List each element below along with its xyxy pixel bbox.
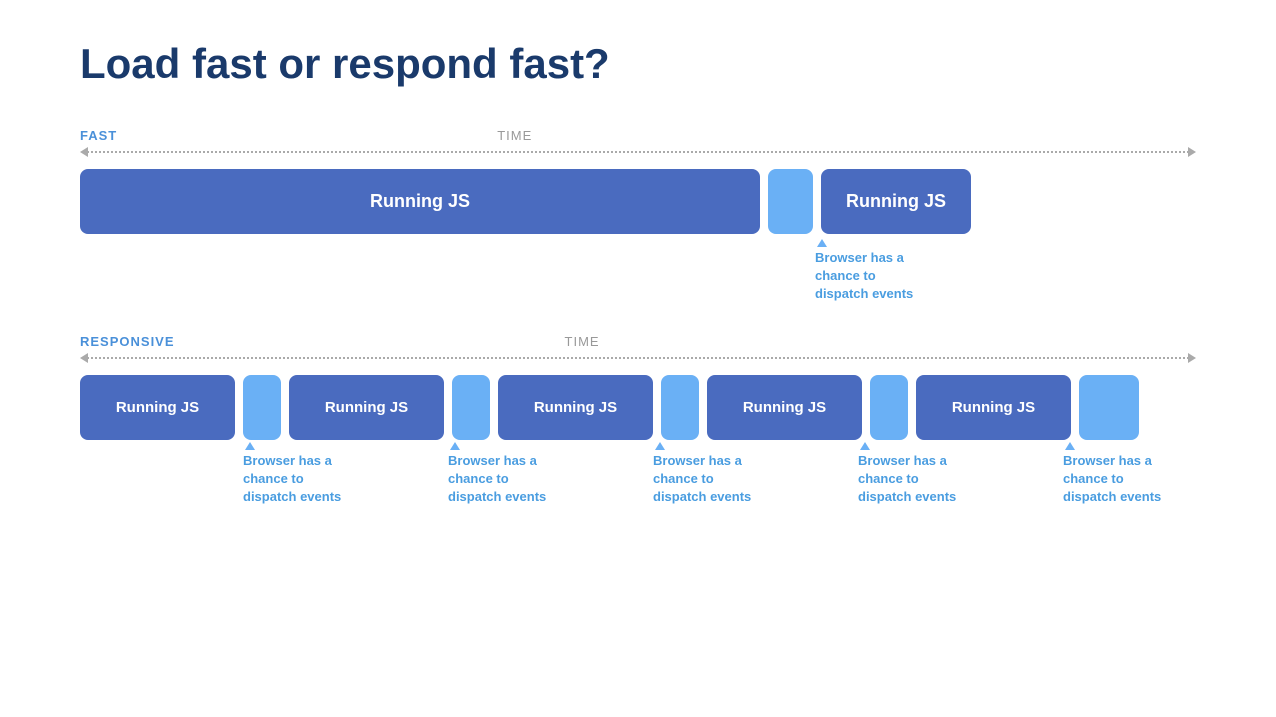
resp-small-2 <box>452 375 490 440</box>
resp-arrow-up-4 <box>860 442 870 450</box>
resp-annotation-4: Browser has achance todispatch events <box>858 442 956 507</box>
page-title: Load fast or respond fast? <box>80 40 1196 88</box>
resp-arrow-up-5 <box>1065 442 1075 450</box>
resp-small-1 <box>243 375 281 440</box>
resp-running-js-5: Running JS <box>916 375 1071 440</box>
responsive-time-label: TIME <box>565 334 600 349</box>
resp-annotation-text-5: Browser has achance todispatch events <box>1063 452 1161 507</box>
resp-running-js-1: Running JS <box>80 375 235 440</box>
resp-small-4 <box>870 375 908 440</box>
responsive-arrow-head <box>1188 353 1196 363</box>
resp-running-js-2: Running JS <box>289 375 444 440</box>
fast-annotation-area: Browser has achance todispatch events <box>80 234 1196 314</box>
fast-arrow-head <box>1188 147 1196 157</box>
fast-annotation-text: Browser has achance todispatch events <box>815 249 913 304</box>
resp-annotation-text-4: Browser has achance todispatch events <box>858 452 956 507</box>
resp-annotation-2: Browser has achance todispatch events <box>448 442 546 507</box>
fast-arrow-line <box>87 151 1189 153</box>
resp-running-js-4: Running JS <box>707 375 862 440</box>
resp-annotation-1: Browser has achance todispatch events <box>243 442 341 507</box>
resp-annotation-3: Browser has achance todispatch events <box>653 442 751 507</box>
resp-annotation-text-3: Browser has achance todispatch events <box>653 452 751 507</box>
resp-small-5 <box>1079 375 1139 440</box>
responsive-label-row: RESPONSIVE TIME <box>80 334 1196 349</box>
fast-small-blue-block <box>768 169 813 234</box>
resp-annotation-text-1: Browser has achance todispatch events <box>243 452 341 507</box>
fast-label: FAST <box>80 128 117 143</box>
responsive-arrow-line <box>87 357 1189 359</box>
resp-annotation-text-2: Browser has achance todispatch events <box>448 452 546 507</box>
responsive-blocks-row: Running JS Running JS Running JS Running… <box>80 375 1196 440</box>
responsive-timeline-arrow <box>80 353 1196 363</box>
fast-section: FAST TIME Running JS Running JS Browser … <box>80 128 1196 314</box>
resp-arrow-up-3 <box>655 442 665 450</box>
fast-annotation: Browser has achance todispatch events <box>815 239 913 304</box>
resp-annotation-area: Browser has achance todispatch events Br… <box>80 442 1196 532</box>
fast-time-label: TIME <box>497 128 532 143</box>
fast-running-js-large: Running JS <box>80 169 760 234</box>
fast-running-js-medium: Running JS <box>821 169 971 234</box>
responsive-section: RESPONSIVE TIME Running JS Running JS Ru… <box>80 334 1196 532</box>
resp-small-3 <box>661 375 699 440</box>
resp-running-js-3: Running JS <box>498 375 653 440</box>
fast-arrow-up <box>817 239 827 247</box>
responsive-label: RESPONSIVE <box>80 334 175 349</box>
fast-timeline-arrow <box>80 147 1196 157</box>
resp-annotation-5: Browser has achance todispatch events <box>1063 442 1161 507</box>
resp-arrow-up-1 <box>245 442 255 450</box>
fast-label-row: FAST TIME <box>80 128 1196 143</box>
resp-arrow-up-2 <box>450 442 460 450</box>
fast-blocks-row: Running JS Running JS <box>80 169 1196 234</box>
